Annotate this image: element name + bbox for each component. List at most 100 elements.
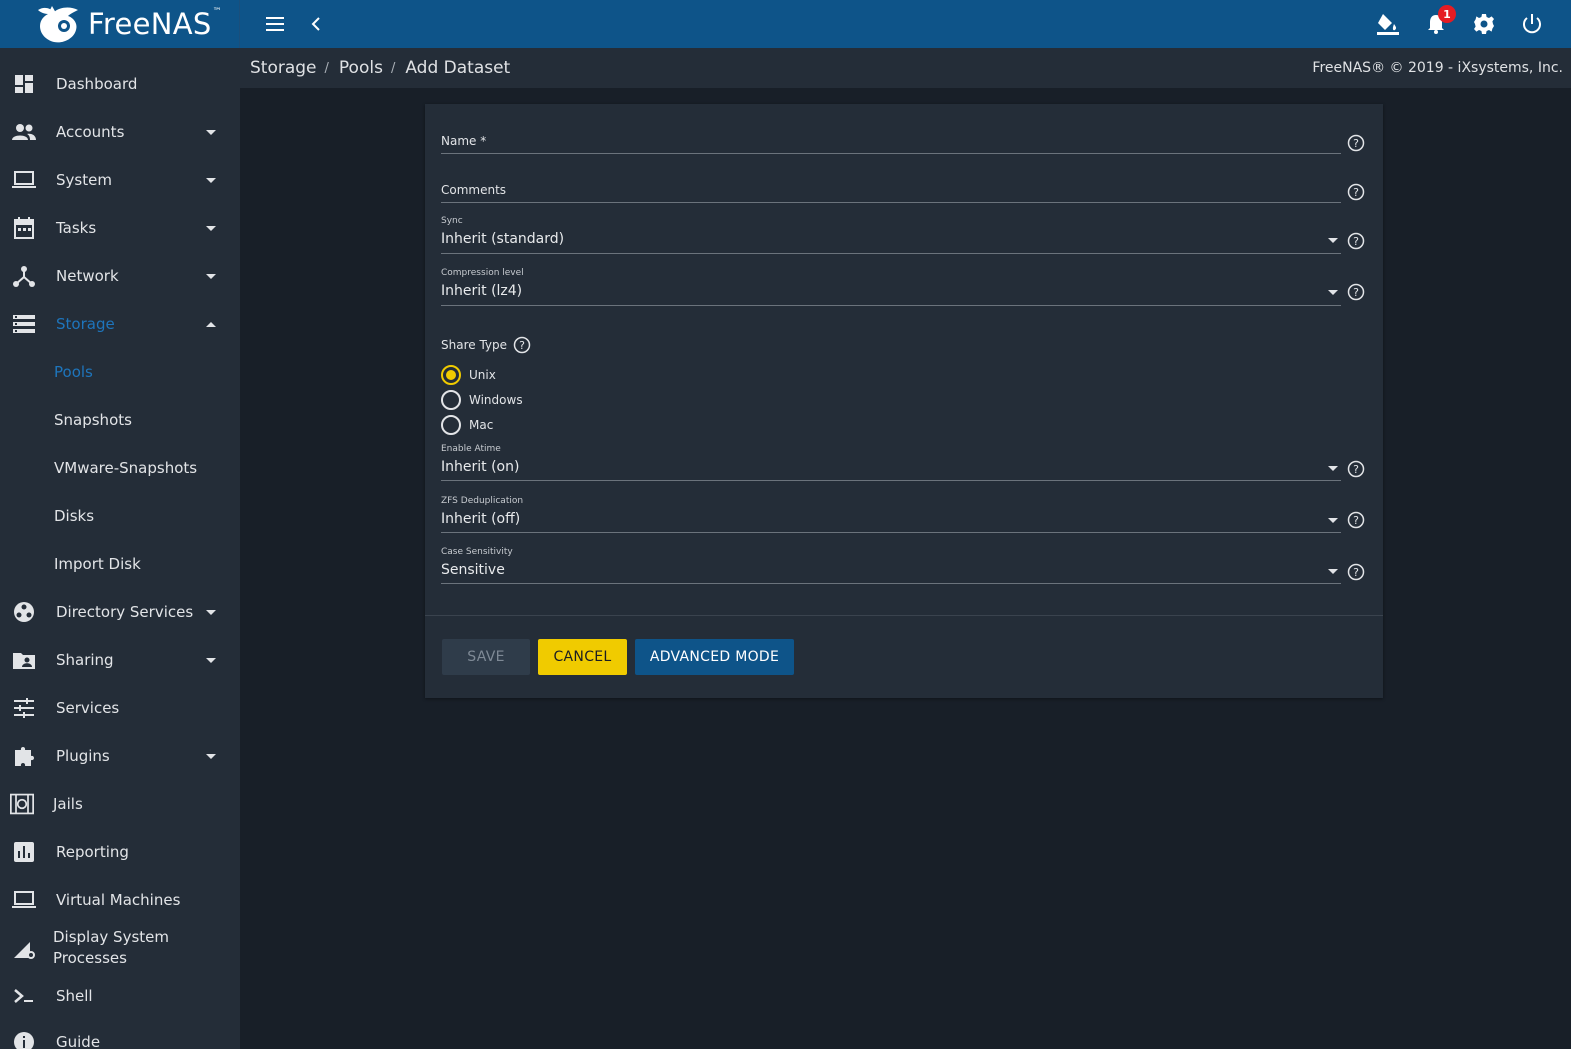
breadcrumb-storage[interactable]: Storage (250, 58, 317, 78)
theme-button[interactable] (1368, 0, 1408, 48)
breadcrumb-bar: Storage / Pools / Add Dataset FreeNAS® ©… (240, 48, 1571, 88)
sidebar-item-label: Services (56, 699, 120, 717)
sidebar-item-label: Network (56, 267, 119, 285)
sidebar-item-label: Display System Processes (53, 928, 169, 967)
logo[interactable]: FreeNAS™ (0, 0, 240, 48)
chevron-down-icon (1328, 466, 1338, 471)
dashboard-icon (12, 72, 36, 96)
help-icon[interactable]: ? (1347, 283, 1365, 301)
chevron-left-icon (311, 17, 320, 31)
share-type-option-windows[interactable]: Windows (441, 390, 523, 410)
sidebar-item-dashboard[interactable]: Dashboard (0, 60, 240, 108)
sidebar-subitem-pools[interactable]: Pools (0, 348, 240, 396)
atime-select[interactable]: Enable Atime Inherit (on) (441, 444, 1341, 482)
sidebar-item-services[interactable]: Services (0, 684, 240, 732)
sidebar-subitem-snapshots[interactable]: Snapshots (0, 396, 240, 444)
share-type-option-unix[interactable]: Unix (441, 365, 496, 385)
case-sensitivity-select[interactable]: Case Sensitivity Sensitive (441, 547, 1341, 585)
collapse-sidebar-button[interactable] (296, 0, 336, 48)
sidebar-item-storage[interactable]: Storage (0, 300, 240, 348)
sidebar-item-display-system-processes[interactable]: Display System Processes (0, 924, 240, 972)
breadcrumb-separator: / (324, 60, 329, 76)
chevron-down-icon (206, 273, 216, 279)
radio-label: Windows (469, 393, 523, 407)
sidebar-item-accounts[interactable]: Accounts (0, 108, 240, 156)
name-field[interactable]: Name * (441, 130, 1341, 154)
cancel-button[interactable]: CANCEL (538, 639, 627, 675)
save-button[interactable]: SAVE (442, 639, 530, 675)
name-label: Name * (441, 134, 487, 148)
sidebar-item-jails[interactable]: Jails (0, 780, 240, 828)
help-icon[interactable]: ? (1347, 183, 1365, 201)
name-underline (441, 153, 1341, 154)
network-icon (12, 264, 36, 288)
jail-icon (10, 792, 34, 816)
sidebar-item-guide[interactable]: Guide (0, 1018, 240, 1049)
radio-button[interactable] (441, 390, 461, 410)
add-dataset-form: Name * ? Comments ? Sync Inherit (standa… (425, 104, 1383, 698)
sidebar-item-label: Storage (56, 315, 115, 333)
sidebar-item-label: Dashboard (56, 75, 138, 93)
help-icon[interactable]: ? (1347, 460, 1365, 478)
menu-toggle-button[interactable] (255, 0, 295, 48)
sidebar-item-tasks[interactable]: Tasks (0, 204, 240, 252)
sidebar-item-directory-services[interactable]: Directory Services (0, 588, 240, 636)
notification-count-badge: 1 (1438, 5, 1456, 23)
logo-text: FreeNAS™ (88, 7, 222, 41)
svg-text:?: ? (519, 339, 525, 352)
radio-label: Mac (469, 418, 494, 432)
sidebar-subitem-vmware-snapshots[interactable]: VMware-Snapshots (0, 444, 240, 492)
radio-button[interactable] (441, 415, 461, 435)
radio-button[interactable] (441, 365, 461, 385)
settings-button[interactable] (1464, 0, 1504, 48)
sync-label: Sync (441, 216, 463, 226)
calendar-icon (12, 216, 36, 240)
comments-underline (441, 202, 1341, 203)
sidebar-subitem-disks[interactable]: Disks (0, 492, 240, 540)
sync-underline (441, 253, 1341, 254)
sidebar-item-plugins[interactable]: Plugins (0, 732, 240, 780)
comments-label: Comments (441, 183, 507, 197)
help-icon[interactable]: ? (1347, 232, 1365, 250)
sidebar-item-label: Reporting (56, 843, 129, 861)
info-icon (12, 1030, 36, 1049)
sidebar-item-label: Sharing (56, 651, 114, 669)
sidebar-item-virtual-machines[interactable]: Virtual Machines (0, 876, 240, 924)
power-icon (1523, 14, 1541, 34)
comments-field[interactable]: Comments (441, 179, 1341, 203)
notifications-button[interactable]: 1 (1416, 0, 1456, 48)
help-icon[interactable]: ? (1347, 511, 1365, 529)
svg-text:?: ? (1353, 137, 1359, 150)
power-button[interactable] (1512, 0, 1552, 48)
chevron-down-icon (206, 225, 216, 231)
help-icon[interactable]: ? (1347, 134, 1365, 152)
laptop-icon (12, 888, 36, 912)
sidebar-item-shell[interactable]: Shell (0, 972, 240, 1020)
sidebar-item-label: Accounts (56, 123, 125, 141)
svg-text:?: ? (1353, 566, 1359, 579)
sidebar-item-system[interactable]: System (0, 156, 240, 204)
compression-select[interactable]: Compression level Inherit (lz4) (441, 268, 1341, 306)
sidebar-item-label: Guide (56, 1033, 101, 1049)
sidebar-item-label: Virtual Machines (56, 891, 181, 909)
chevron-down-icon (1328, 518, 1338, 523)
chevron-down-icon (1328, 569, 1338, 574)
sidebar-item-sharing[interactable]: Sharing (0, 636, 240, 684)
sidebar-subitem-import-disk[interactable]: Import Disk (0, 540, 240, 588)
sidebar-item-reporting[interactable]: Reporting (0, 828, 240, 876)
sidebar-subitem-label: Disks (54, 507, 95, 525)
puzzle-icon (12, 744, 36, 768)
laptop-icon (12, 168, 36, 192)
advanced-mode-button[interactable]: ADVANCED MODE (635, 639, 794, 675)
hamburger-icon (266, 17, 284, 31)
sidebar-item-network[interactable]: Network (0, 252, 240, 300)
chevron-down-icon (206, 657, 216, 663)
help-icon[interactable]: ? (513, 336, 531, 354)
chevron-down-icon (206, 753, 216, 759)
dedup-select[interactable]: ZFS Deduplication Inherit (off) (441, 496, 1341, 534)
case-sensitivity-label: Case Sensitivity (441, 547, 513, 557)
share-type-option-mac[interactable]: Mac (441, 415, 493, 435)
breadcrumb-pools[interactable]: Pools (339, 58, 383, 78)
help-icon[interactable]: ? (1347, 563, 1365, 581)
sync-select[interactable]: Sync Inherit (standard) (441, 216, 1341, 254)
